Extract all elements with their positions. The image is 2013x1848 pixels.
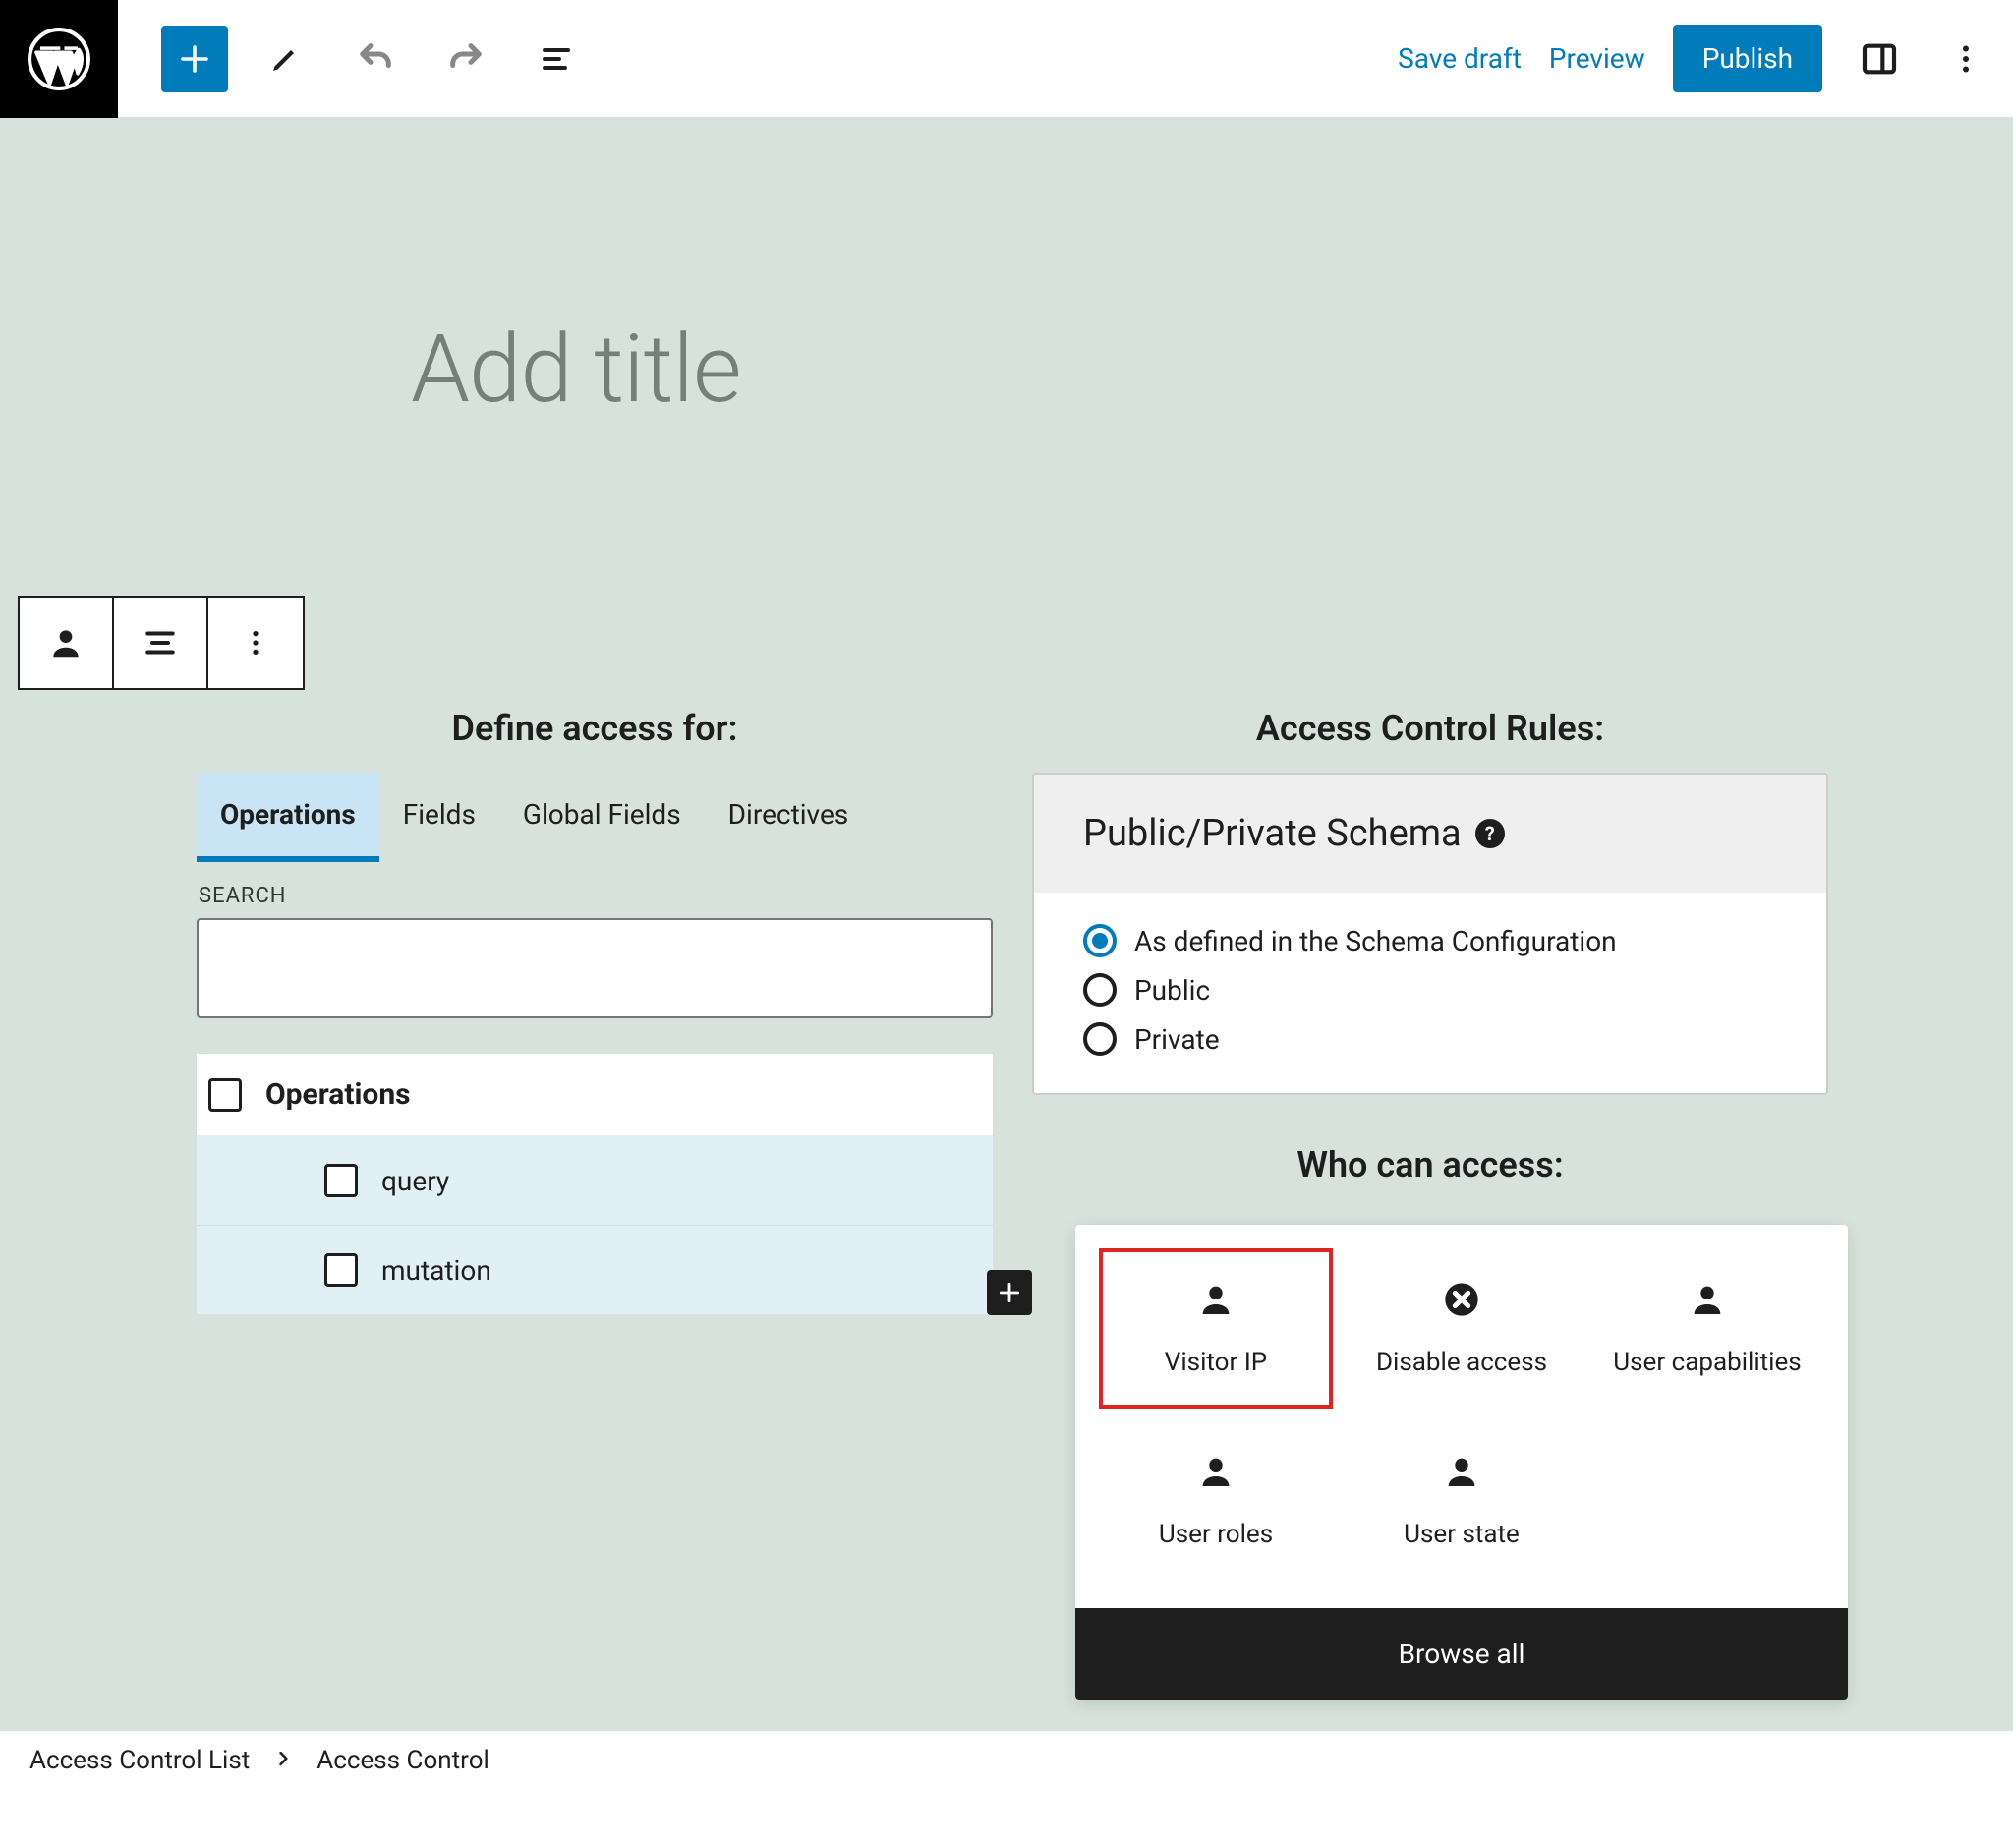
person-icon — [1442, 1452, 1481, 1498]
sidebar-icon — [1860, 39, 1899, 79]
tab-operations[interactable]: Operations — [197, 773, 379, 862]
document-overview-button[interactable] — [523, 26, 590, 92]
tree-item-label: mutation — [381, 1254, 491, 1287]
undo-button[interactable] — [342, 26, 409, 92]
checkbox-mutation[interactable] — [324, 1253, 358, 1287]
search-label: SEARCH — [199, 884, 993, 908]
edit-mode-button[interactable] — [252, 26, 318, 92]
who-item-disable-access[interactable]: Disable access — [1345, 1248, 1579, 1409]
tree-item-label: query — [381, 1165, 449, 1197]
search-input[interactable] — [197, 918, 993, 1018]
pencil-icon — [267, 41, 303, 77]
who-item-label: User roles — [1159, 1520, 1273, 1549]
tree-item-query[interactable]: query — [197, 1136, 993, 1226]
person-icon — [1196, 1452, 1236, 1498]
block-breadcrumb: Access Control List Access Control — [0, 1730, 2013, 1789]
person-icon — [47, 624, 85, 662]
toolbar-right: Save draft Preview Publish — [1398, 25, 2013, 92]
radio-input[interactable] — [1083, 924, 1117, 957]
breadcrumb-item[interactable]: Access Control List — [29, 1746, 250, 1775]
access-control-block: Define access for: Operations Fields Glo… — [197, 708, 1828, 1700]
toolbar-left — [118, 26, 590, 92]
ban-icon — [1442, 1280, 1481, 1326]
who-item-visitor-ip[interactable]: Visitor IP — [1099, 1248, 1333, 1409]
schema-visibility-card: Public/Private Schema ? As defined in th… — [1032, 773, 1828, 1095]
dots-vertical-icon — [240, 627, 271, 659]
operations-tree: Operations query mutation — [197, 1054, 993, 1314]
undo-icon — [356, 39, 395, 79]
radio-label: Private — [1134, 1023, 1220, 1056]
block-more-button[interactable] — [208, 598, 303, 688]
access-tabs: Operations Fields Global Fields Directiv… — [197, 773, 993, 862]
radio-public[interactable]: Public — [1083, 965, 1777, 1014]
add-rule-button[interactable] — [987, 1270, 1032, 1315]
checkbox-operations-all[interactable] — [208, 1078, 242, 1112]
tab-fields[interactable]: Fields — [379, 773, 499, 862]
block-type-button[interactable] — [20, 598, 114, 688]
more-options-button[interactable] — [1936, 29, 1995, 88]
rules-heading: Access Control Rules: — [1032, 708, 1828, 749]
dots-vertical-icon — [1948, 41, 1984, 77]
tab-global-fields[interactable]: Global Fields — [499, 773, 705, 862]
radio-input[interactable] — [1083, 1022, 1117, 1056]
who-item-user-roles[interactable]: User roles — [1099, 1420, 1333, 1581]
rules-column: Access Control Rules: Public/Private Sch… — [1032, 708, 1828, 1700]
radio-as-defined[interactable]: As defined in the Schema Configuration — [1083, 916, 1777, 965]
radio-private[interactable]: Private — [1083, 1014, 1777, 1064]
person-icon — [1688, 1280, 1727, 1326]
publish-button[interactable]: Publish — [1673, 25, 1822, 92]
who-item-label: User capabilities — [1613, 1348, 1801, 1377]
who-can-access-container: Visitor IP Disable access User capabilitie… — [1032, 1225, 1828, 1700]
tree-group-label: Operations — [265, 1077, 411, 1112]
redo-icon — [446, 39, 486, 79]
tab-directives[interactable]: Directives — [705, 773, 873, 862]
who-item-label: Disable access — [1376, 1348, 1547, 1377]
define-access-column: Define access for: Operations Fields Glo… — [197, 708, 993, 1700]
who-item-label: User state — [1404, 1520, 1520, 1549]
redo-button[interactable] — [432, 26, 499, 92]
who-item-user-state[interactable]: User state — [1345, 1420, 1579, 1581]
plus-icon — [997, 1280, 1022, 1305]
tree-item-mutation[interactable]: mutation — [197, 1226, 993, 1314]
save-draft-button[interactable]: Save draft — [1398, 42, 1522, 75]
post-title-input[interactable]: Add title — [411, 315, 741, 425]
chevron-right-icon — [273, 1746, 293, 1775]
who-item-label: Visitor IP — [1165, 1348, 1267, 1377]
who-can-access-heading: Who can access: — [1032, 1144, 1828, 1185]
add-block-button[interactable] — [161, 26, 228, 92]
help-icon[interactable]: ? — [1475, 819, 1505, 848]
schema-card-title: Public/Private Schema — [1083, 812, 1462, 855]
checkbox-query[interactable] — [324, 1164, 358, 1197]
wordpress-icon — [26, 26, 92, 92]
list-icon — [539, 41, 574, 77]
define-access-heading: Define access for: — [197, 708, 993, 749]
wordpress-logo[interactable] — [0, 0, 118, 118]
editor-canvas: Add title Define access for: Operations … — [0, 118, 2013, 1789]
tree-group-operations[interactable]: Operations — [197, 1054, 993, 1136]
radio-input[interactable] — [1083, 973, 1117, 1007]
who-inserter-panel: Visitor IP Disable access User capabilitie… — [1075, 1225, 1848, 1700]
person-icon — [1196, 1280, 1236, 1326]
align-icon — [142, 624, 179, 662]
block-align-button[interactable] — [114, 598, 208, 688]
schema-card-header: Public/Private Schema ? — [1034, 775, 1826, 893]
radio-label: As defined in the Schema Configuration — [1134, 925, 1617, 957]
settings-sidebar-toggle[interactable] — [1850, 29, 1909, 88]
breadcrumb-item[interactable]: Access Control — [316, 1746, 489, 1775]
browse-all-button[interactable]: Browse all — [1075, 1608, 1848, 1700]
preview-button[interactable]: Preview — [1549, 42, 1645, 75]
who-item-user-capabilities[interactable]: User capabilities — [1590, 1248, 1824, 1409]
radio-label: Public — [1134, 974, 1210, 1007]
block-toolbar — [18, 596, 305, 690]
editor-top-bar: Save draft Preview Publish — [0, 0, 2013, 118]
plus-icon — [177, 41, 212, 77]
